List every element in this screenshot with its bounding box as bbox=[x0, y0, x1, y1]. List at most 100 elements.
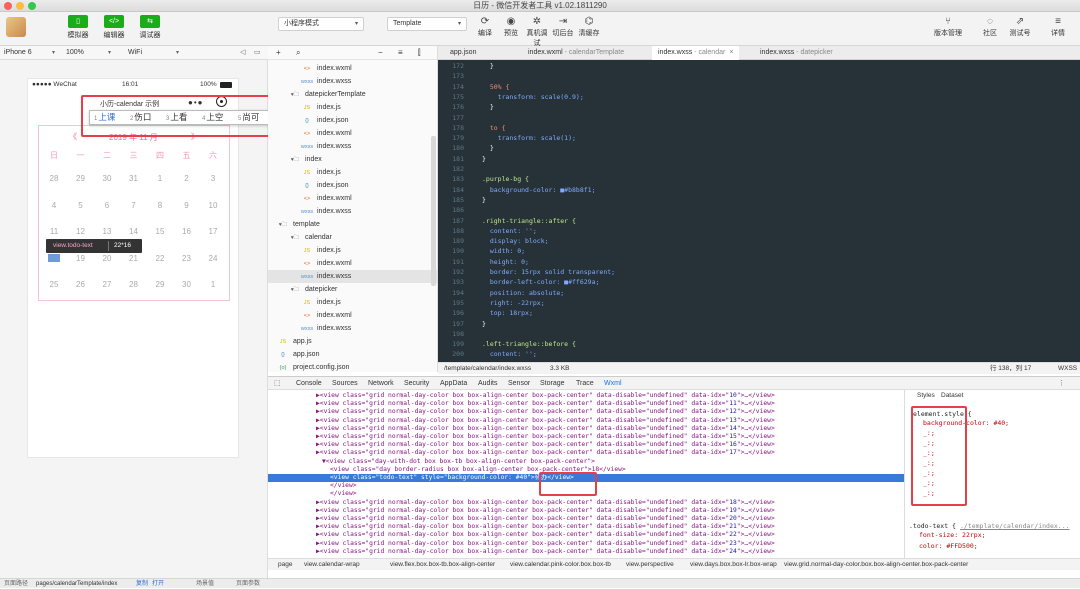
calendar-day[interactable]: 28 bbox=[123, 280, 145, 289]
file-tree-item[interactable]: wxss index.wxss bbox=[268, 270, 437, 283]
dom-row[interactable]: ▶<view class="grid normal-day-color box … bbox=[268, 441, 904, 449]
code-editor[interactable]: 172 } 173 174 50% {175 transform: scale(0.… bbox=[438, 60, 1080, 362]
devtools-tab-audits[interactable]: Audits bbox=[478, 377, 497, 391]
file-tree-item[interactable]: ▾🗀 template bbox=[268, 218, 437, 231]
calendar-day[interactable]: 21 bbox=[123, 254, 145, 263]
style-property[interactable]: font-size: 22rpx; bbox=[909, 530, 1079, 541]
minimize-window-button[interactable] bbox=[16, 2, 24, 10]
rotate-icon[interactable]: ▭ bbox=[254, 46, 261, 60]
dom-row[interactable]: ▶<view class="grid normal-day-color box … bbox=[268, 499, 904, 507]
calendar-day[interactable]: 19 bbox=[70, 254, 92, 263]
file-tree-item[interactable]: ▾🗀 datepicker bbox=[268, 283, 437, 296]
file-tree-item[interactable]: {} index.json bbox=[268, 114, 437, 127]
dom-row[interactable]: ▶<view class="grid normal-day-color box … bbox=[268, 392, 904, 400]
toolbar-button-switch[interactable]: ⇥ 切后台 bbox=[550, 15, 576, 38]
split-icon[interactable]: ⫿ bbox=[418, 46, 421, 60]
calendar-day[interactable]: 25 bbox=[43, 280, 65, 289]
dom-row[interactable]: ▶<view class="grid normal-day-color box … bbox=[268, 433, 904, 441]
file-tree-item[interactable]: <> index.wxml bbox=[268, 257, 437, 270]
volume-icon[interactable]: ◁ bbox=[240, 46, 245, 60]
toolbar-button-refresh[interactable]: ⟳ 编译 bbox=[472, 15, 498, 38]
calendar-day[interactable]: 5 bbox=[70, 201, 92, 210]
calendar-day[interactable]: 1 bbox=[149, 174, 171, 183]
calendar-day[interactable]: 31 bbox=[123, 174, 145, 183]
toolbar-button-menu[interactable]: ≡ 详情 bbox=[1040, 15, 1076, 38]
dom-row[interactable]: ▶<view class="grid normal-day-color box … bbox=[268, 400, 904, 408]
file-tree-item[interactable]: <> index.wxml bbox=[268, 62, 437, 75]
add-file-icon[interactable]: + bbox=[276, 46, 281, 60]
calendar-day[interactable]: 6 bbox=[96, 201, 118, 210]
devtools-tab-trace[interactable]: Trace bbox=[576, 377, 594, 391]
calendar-day[interactable]: 26 bbox=[70, 280, 92, 289]
dom-row[interactable]: ▶<view class="grid normal-day-color box … bbox=[268, 449, 904, 457]
dom-row[interactable]: ▶<view class="grid normal-day-color box … bbox=[268, 531, 904, 539]
editor-tab[interactable]: index.wxss - datepicker bbox=[754, 46, 839, 60]
calendar-day[interactable]: 29 bbox=[149, 280, 171, 289]
file-tree-item[interactable]: wxss index.wxss bbox=[268, 322, 437, 335]
devtools-tab-storage[interactable]: Storage bbox=[540, 377, 565, 391]
breadcrumb-item[interactable]: view.grid.normal-day-color.box.box-align… bbox=[784, 559, 968, 570]
dom-row[interactable]: ▶<view class="grid normal-day-color box … bbox=[268, 515, 904, 523]
calendar-day[interactable]: 3 bbox=[202, 174, 224, 183]
toolbar-button-bug[interactable]: ✲ 真机调试 bbox=[524, 15, 550, 48]
tab-dataset[interactable]: Dataset bbox=[941, 390, 963, 402]
calendar-day[interactable]: 22 bbox=[149, 254, 171, 263]
file-tree-item[interactable]: JS index.js bbox=[268, 101, 437, 114]
devtools-tab-security[interactable]: Security bbox=[404, 377, 429, 391]
toolbar-button-branch[interactable]: ⑂ 版本管理 bbox=[930, 15, 966, 38]
maximize-window-button[interactable] bbox=[28, 2, 36, 10]
calendar-day[interactable]: 8 bbox=[149, 201, 171, 210]
more-options-icon[interactable]: ⋮ bbox=[1058, 377, 1065, 391]
toolbar-button-share[interactable]: ⇗ 测试号 bbox=[1002, 15, 1038, 38]
close-icon[interactable]: × bbox=[729, 49, 733, 56]
calendar-day[interactable]: 2 bbox=[176, 174, 198, 183]
breadcrumb-item[interactable]: view.calendar.pink-color.box.box-tb bbox=[510, 559, 611, 570]
file-tree-item[interactable]: ▾🗀 calendar bbox=[268, 231, 437, 244]
calendar-day[interactable]: 23 bbox=[176, 254, 198, 263]
file-tree-item[interactable]: JS app.js bbox=[268, 335, 437, 348]
devtools-tab-sources[interactable]: Sources bbox=[332, 377, 358, 391]
breadcrumb-item[interactable]: page bbox=[278, 559, 292, 570]
file-tree-item[interactable]: JS index.js bbox=[268, 296, 437, 309]
file-tree-item[interactable]: ▾🗀 index bbox=[268, 153, 437, 166]
calendar-day[interactable]: 27 bbox=[96, 280, 118, 289]
devtools-tab-network[interactable]: Network bbox=[368, 377, 394, 391]
devtools-tab-appdata[interactable]: AppData bbox=[440, 377, 467, 391]
inspect-element-icon[interactable]: ⬚ bbox=[274, 377, 281, 391]
calendar-day[interactable]: 29 bbox=[70, 174, 92, 183]
file-tree-item[interactable]: {o} project.config.json bbox=[268, 361, 437, 372]
file-tree-item[interactable]: <> index.wxml bbox=[268, 127, 437, 140]
file-tree-item[interactable]: JS index.js bbox=[268, 166, 437, 179]
devtools-tab-wxml[interactable]: Wxml bbox=[604, 377, 622, 391]
breadcrumb-item[interactable]: view.calendar-wrap bbox=[304, 559, 360, 570]
file-tree-item[interactable]: wxss index.wxss bbox=[268, 140, 437, 153]
calendar-day[interactable]: 11 bbox=[43, 227, 65, 236]
toolbar-button-phone[interactable]: ▯ 模拟器 bbox=[60, 15, 96, 40]
file-tree-item[interactable]: wxss index.wxss bbox=[268, 75, 437, 88]
tab-styles[interactable]: Styles bbox=[917, 390, 935, 402]
collapse-icon[interactable]: − bbox=[378, 46, 383, 60]
mode-select[interactable]: 小程序模式 ▾ bbox=[278, 17, 364, 31]
style-source-link[interactable]: ./template/calendar/index... bbox=[960, 522, 1070, 530]
dom-row[interactable]: ▶<view class="grid normal-day-color box … bbox=[268, 507, 904, 515]
dom-row[interactable]: ▶<view class="grid normal-day-color box … bbox=[268, 548, 904, 556]
network-select[interactable]: WiFi bbox=[128, 46, 142, 60]
template-select[interactable]: Template ▾ bbox=[387, 17, 467, 31]
dom-row[interactable]: ▶<view class="grid normal-day-color box … bbox=[268, 425, 904, 433]
editor-tab[interactable]: index.wxss - calendar × bbox=[652, 46, 740, 60]
dom-row[interactable]: ▶<view class="grid normal-day-color box … bbox=[268, 540, 904, 548]
zoom-select[interactable]: 100% bbox=[66, 46, 84, 60]
calendar-day[interactable]: 30 bbox=[176, 280, 198, 289]
avatar[interactable] bbox=[6, 17, 26, 37]
layout-icon[interactable]: ≡ bbox=[398, 46, 403, 60]
file-tree-item[interactable]: {} index.json bbox=[268, 179, 437, 192]
device-select[interactable]: iPhone 6 bbox=[4, 46, 32, 60]
toolbar-button-debug[interactable]: ⇆ 调试器 bbox=[132, 15, 168, 40]
devtools-tab-sensor[interactable]: Sensor bbox=[508, 377, 530, 391]
calendar-day[interactable]: 16 bbox=[176, 227, 198, 236]
calendar-day[interactable]: 1 bbox=[202, 280, 224, 289]
breadcrumb-item[interactable]: view.days.box.box-lr.box-wrap bbox=[690, 559, 777, 570]
breadcrumb-item[interactable]: view.perspective bbox=[626, 559, 674, 570]
file-tree-item[interactable]: {} app.json bbox=[268, 348, 437, 361]
prev-month-icon[interactable]: 《 bbox=[69, 131, 77, 142]
